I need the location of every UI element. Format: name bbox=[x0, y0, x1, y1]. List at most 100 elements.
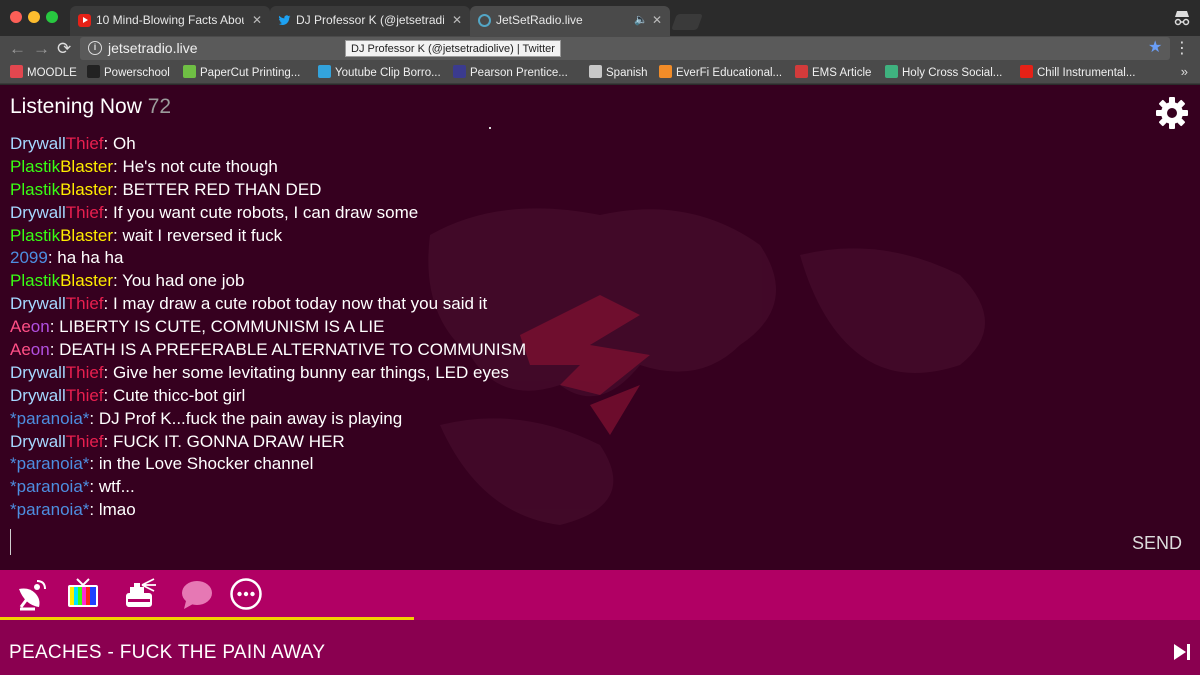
speaker-icon[interactable]: 🔈 bbox=[634, 6, 648, 34]
tab-title: JetSetRadio.live bbox=[496, 13, 583, 27]
chat-username-part[interactable]: Thief bbox=[66, 203, 104, 222]
chat-username-part[interactable]: Drywall bbox=[10, 203, 66, 222]
chat-message: DrywallThief: I may draw a cute robot to… bbox=[10, 293, 1110, 316]
bookmark-label: Chill Instrumental... bbox=[1037, 67, 1136, 79]
chat-username-part[interactable]: Blaster bbox=[60, 157, 113, 176]
bookmark-item[interactable]: MOODLE bbox=[10, 65, 77, 81]
bookmark-item[interactable]: EMS Article bbox=[795, 65, 871, 81]
chat-message-text: : BETTER RED THAN DED bbox=[113, 179, 322, 199]
spray-can-icon[interactable] bbox=[124, 577, 158, 611]
chat-message-text: : I may draw a cute robot today now that… bbox=[103, 294, 488, 314]
bookmark-item[interactable]: Powerschool bbox=[87, 65, 170, 81]
chat-username-part[interactable]: *paranoia* bbox=[10, 500, 89, 519]
chat-username-part[interactable]: Drywall bbox=[10, 432, 66, 451]
chat-username-part[interactable]: *paranoia* bbox=[10, 454, 89, 473]
bookmark-item[interactable]: PaperCut Printing... bbox=[183, 65, 300, 81]
moodle-icon bbox=[10, 65, 23, 78]
papercut-icon bbox=[183, 65, 196, 78]
bookmark-item[interactable]: Spanish bbox=[589, 65, 648, 81]
chat-username-part[interactable]: Ae bbox=[10, 317, 31, 336]
chat-username-part[interactable]: *paranoia* bbox=[10, 409, 89, 428]
menu-kebab-icon[interactable]: ⋮ bbox=[1174, 38, 1190, 58]
close-icon[interactable]: ✕ bbox=[452, 6, 462, 34]
chat-username-part[interactable]: Drywall bbox=[10, 134, 66, 153]
bookmark-label: Holy Cross Social... bbox=[902, 67, 1003, 79]
chat-input[interactable] bbox=[10, 529, 1110, 555]
bookmark-star-icon[interactable]: ★ bbox=[1148, 37, 1162, 57]
chat-username-part[interactable]: Plastik bbox=[10, 271, 60, 290]
chat-username-part[interactable]: *paranoia* bbox=[10, 477, 89, 496]
info-icon[interactable]: i bbox=[88, 41, 102, 55]
youtube-icon bbox=[1020, 65, 1033, 78]
chat-username-part[interactable]: Drywall bbox=[10, 294, 66, 313]
chat-message-text: : wait I reversed it fuck bbox=[113, 225, 283, 245]
back-arrow-icon[interactable]: ← bbox=[9, 38, 26, 60]
forward-arrow-icon[interactable]: → bbox=[33, 38, 50, 60]
window-zoom-button[interactable] bbox=[46, 11, 58, 23]
chat-username-part[interactable]: on bbox=[31, 340, 50, 359]
window-close-button[interactable] bbox=[10, 11, 22, 23]
gear-icon[interactable] bbox=[1154, 95, 1190, 131]
bookmark-label: Spanish bbox=[606, 67, 648, 79]
chat-username-part[interactable]: Drywall bbox=[10, 363, 66, 382]
now-playing-track: PEACHES - FUCK THE PAIN AWAY bbox=[9, 642, 326, 663]
bookmark-item[interactable]: Youtube Clip Borro... bbox=[318, 65, 441, 81]
address-bar[interactable]: i jetsetradio.live bbox=[80, 37, 1170, 60]
chat-username-part[interactable]: Thief bbox=[66, 386, 104, 405]
close-icon[interactable]: ✕ bbox=[652, 6, 662, 34]
chat-message: DrywallThief: If you want cute robots, I… bbox=[10, 202, 1110, 225]
youtube-clip-icon bbox=[318, 65, 331, 78]
chat-message-text: : LIBERTY IS CUTE, COMMUNISM IS A LIE bbox=[49, 317, 385, 337]
chat-username-part[interactable]: Drywall bbox=[10, 386, 66, 405]
incognito-icon bbox=[1172, 8, 1192, 28]
tab-title: 10 Mind-Blowing Facts About bbox=[96, 13, 244, 27]
more-options-icon[interactable] bbox=[229, 577, 263, 611]
close-icon[interactable]: ✕ bbox=[252, 6, 262, 34]
tv-icon[interactable] bbox=[66, 577, 100, 611]
chat-username-part[interactable]: Ae bbox=[10, 340, 31, 359]
chat-message: DrywallThief: Cute thicc-bot girl bbox=[10, 385, 1110, 408]
chat-username-part[interactable]: Blaster bbox=[60, 271, 113, 290]
chat-username-part[interactable]: Blaster bbox=[60, 226, 113, 245]
bookmark-item[interactable]: Chill Instrumental... bbox=[1020, 65, 1135, 81]
chat-message: DrywallThief: FUCK IT. GONNA DRAW HER bbox=[10, 431, 1110, 454]
chat-username-part[interactable]: Thief bbox=[66, 363, 104, 382]
tab-twitter[interactable]: DJ Professor K (@jetsetradiolive) ✕ bbox=[270, 6, 470, 36]
tab-youtube[interactable]: 10 Mind-Blowing Facts About ✕ bbox=[70, 6, 270, 36]
chat-username-part[interactable]: 2099 bbox=[10, 248, 48, 267]
listening-now-heading: Listening Now 72 bbox=[10, 95, 171, 119]
bookmark-item[interactable]: Pearson Prentice... bbox=[453, 65, 568, 81]
skip-next-icon[interactable] bbox=[1172, 642, 1192, 662]
chat-username-part[interactable]: Plastik bbox=[10, 180, 60, 199]
chat-bubble-icon[interactable] bbox=[180, 577, 214, 611]
chat-message-text: : FUCK IT. GONNA DRAW HER bbox=[103, 431, 345, 451]
chat-message: DrywallThief: Oh bbox=[10, 133, 1110, 156]
bookmark-item[interactable]: EverFi Educational... bbox=[659, 65, 782, 81]
reload-icon[interactable]: ⟳ bbox=[57, 38, 71, 60]
new-tab-button[interactable] bbox=[671, 14, 703, 30]
bookmark-label: EverFi Educational... bbox=[676, 67, 783, 79]
chat-username-part[interactable]: Thief bbox=[66, 134, 104, 153]
bookmark-item[interactable]: Holy Cross Social... bbox=[885, 65, 1002, 81]
chat-message-text: : You had one job bbox=[113, 271, 245, 291]
satellite-dish-icon[interactable] bbox=[15, 577, 49, 611]
chat-message: PlastikBlaster: BETTER RED THAN DED bbox=[10, 179, 1110, 202]
chat-username-part[interactable]: Thief bbox=[66, 432, 104, 451]
chat-message: *paranoia*: lmao bbox=[10, 499, 1110, 522]
chat-username-part[interactable]: on bbox=[31, 317, 50, 336]
chat-message-text: : lmao bbox=[89, 500, 136, 520]
bookmark-label: PaperCut Printing... bbox=[200, 67, 301, 79]
window-minimize-button[interactable] bbox=[28, 11, 40, 23]
chevron-right-icon[interactable]: » bbox=[1181, 64, 1188, 79]
chat-username-part[interactable]: Blaster bbox=[60, 180, 113, 199]
chat-username-part[interactable]: Plastik bbox=[10, 157, 60, 176]
tab-jetsetradio[interactable]: JetSetRadio.live 🔈 ✕ bbox=[470, 6, 670, 36]
chat-username-part[interactable]: Plastik bbox=[10, 226, 60, 245]
bookmarks-bar: MOODLE Powerschool PaperCut Printing... … bbox=[0, 62, 1200, 84]
chat-message: *paranoia*: in the Love Shocker channel bbox=[10, 453, 1110, 476]
chat-username-part[interactable]: Thief bbox=[66, 294, 104, 313]
chat-message: DrywallThief: Give her some levitating b… bbox=[10, 362, 1110, 385]
send-button[interactable]: SEND bbox=[1132, 533, 1182, 554]
chat-message-text: : If you want cute robots, I can draw so… bbox=[103, 202, 419, 222]
bookmark-label: EMS Article bbox=[812, 67, 872, 79]
